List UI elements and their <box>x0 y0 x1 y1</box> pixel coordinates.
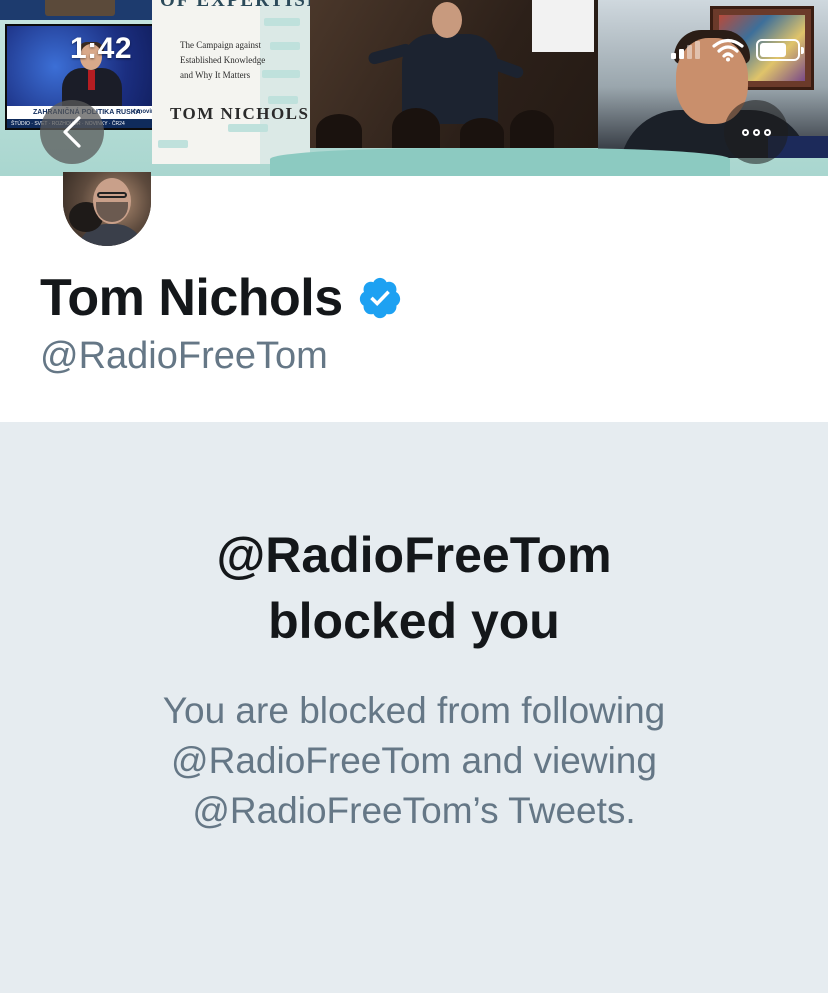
profile-handle: @RadioFreeTom <box>40 335 328 377</box>
banner-video-call-photo <box>598 0 828 158</box>
banner-book-cover: OF EXPERTISE The Campaign against Establ… <box>152 0 310 164</box>
back-button[interactable] <box>40 100 104 164</box>
verified-badge-icon <box>359 277 400 319</box>
blocked-title-line-1: @RadioFreeTom <box>216 527 612 583</box>
display-name-row: Tom Nichols <box>40 268 403 328</box>
status-time: 1:42 <box>70 32 133 65</box>
blocked-message-line-2: @RadioFreeTom and viewing <box>171 740 657 781</box>
profile-header-banner[interactable]: ZAHRANIČNÁ POLITIKA RUSKA ŠTÚDIO · SVET … <box>0 0 828 176</box>
battery-icon <box>756 39 804 61</box>
more-options-icon <box>741 128 771 136</box>
status-indicators <box>671 36 804 64</box>
display-name: Tom Nichols <box>40 269 343 327</box>
banner-lecture-photo <box>310 0 600 148</box>
blocked-title: @RadioFreeTom blocked you <box>0 522 828 654</box>
blocked-message-line-1: You are blocked from following <box>162 690 666 731</box>
profile-card: Tom Nichols @RadioFreeTom <box>0 172 828 422</box>
signal-icon <box>671 41 700 59</box>
blocked-title-line-2: blocked you <box>268 593 560 649</box>
book-subtitle: The Campaign against Established Knowled… <box>180 40 266 80</box>
avatar[interactable] <box>63 172 151 246</box>
book-title: OF EXPERTISE <box>160 0 310 11</box>
back-arrow-icon <box>63 116 81 148</box>
blocked-notice: @RadioFreeTom blocked you You are blocke… <box>0 422 828 993</box>
banner-wave-shape <box>270 148 730 176</box>
more-options-button[interactable] <box>724 100 788 164</box>
banner-tv-panel <box>0 0 155 20</box>
blocked-message: You are blocked from following @RadioFre… <box>0 686 828 836</box>
book-author: TOM NICHOLS <box>170 104 310 123</box>
blocked-message-line-3: @RadioFreeTom’s Tweets. <box>192 790 636 831</box>
wifi-icon <box>712 38 744 62</box>
